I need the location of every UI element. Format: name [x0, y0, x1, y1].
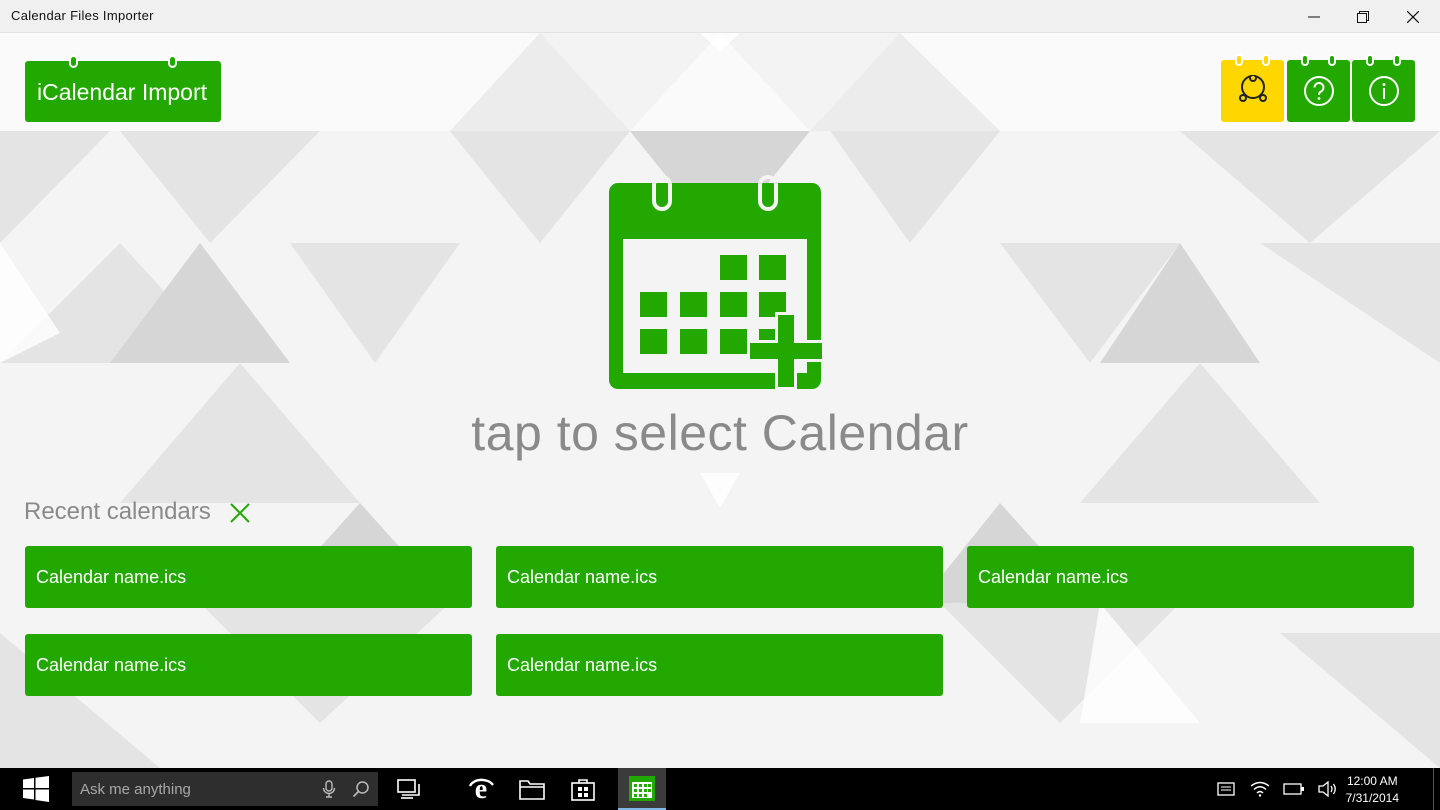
restore-button[interactable] — [1339, 0, 1387, 33]
restore-icon — [1357, 10, 1369, 23]
help-icon — [1303, 76, 1334, 106]
microphone-icon[interactable] — [322, 780, 336, 798]
recent-calendar-item[interactable]: Calendar name.ics — [967, 546, 1414, 608]
action-center-icon — [1217, 782, 1235, 796]
task-view-icon — [397, 779, 420, 799]
search-box[interactable]: Ask me anything — [72, 772, 378, 806]
volume-tray-button[interactable] — [1314, 768, 1342, 810]
store-button[interactable] — [560, 768, 606, 810]
share-icon — [1238, 75, 1267, 102]
wifi-icon — [1250, 781, 1270, 797]
ring-icon — [1262, 54, 1270, 66]
recent-calendar-item[interactable]: Calendar name.ics — [496, 546, 943, 608]
clock-date: 7/31/2014 — [1345, 791, 1399, 805]
search-placeholder: Ask me anything — [80, 781, 191, 798]
select-calendar-prompt[interactable]: tap to select Calendar — [0, 404, 1440, 462]
search-icon[interactable] — [352, 780, 370, 798]
close-button[interactable] — [1389, 0, 1437, 33]
help-button[interactable] — [1287, 54, 1350, 122]
info-icon — [1368, 76, 1399, 106]
file-explorer-button[interactable] — [509, 768, 555, 810]
edge-browser-button[interactable]: e — [458, 768, 504, 810]
ring-left-icon — [69, 55, 78, 68]
window-title: Calendar Files Importer — [11, 8, 154, 23]
icalendar-import-button[interactable]: iCalendar Import — [25, 55, 221, 122]
ring-right-icon — [168, 55, 177, 68]
ring-icon — [1393, 54, 1401, 66]
store-bag-icon — [571, 779, 595, 801]
info-button[interactable] — [1352, 54, 1415, 122]
task-view-button[interactable] — [386, 768, 432, 810]
clock-time: 12:00 AM — [1346, 774, 1398, 788]
clear-recent-icon[interactable] — [229, 502, 251, 524]
show-desktop-button[interactable] — [1433, 768, 1440, 810]
recent-calendar-label: Calendar name.ics — [507, 567, 658, 587]
recent-calendar-item[interactable]: Calendar name.ics — [25, 634, 472, 696]
select-calendar-area[interactable] — [606, 175, 828, 397]
recent-calendar-label: Calendar name.ics — [507, 655, 658, 675]
app-title: iCalendar Import — [37, 79, 208, 105]
notifications-tray-button[interactable] — [1212, 768, 1240, 810]
battery-tray-button[interactable] — [1280, 768, 1308, 810]
ring-icon — [1328, 54, 1336, 66]
ring-icon — [1235, 54, 1243, 66]
recent-calendars-heading: Recent calendars — [24, 498, 211, 525]
system-clock[interactable]: 12:00 AM 7/31/2014 — [1346, 773, 1399, 807]
recent-calendar-label: Calendar name.ics — [36, 655, 187, 675]
edge-browser-icon: e — [468, 776, 494, 802]
share-button[interactable] — [1221, 54, 1284, 122]
start-button[interactable] — [0, 768, 72, 810]
ring-icon — [1301, 54, 1309, 66]
calendar-app-icon — [629, 776, 655, 801]
recent-calendar-item[interactable]: Calendar name.ics — [25, 546, 472, 608]
speaker-icon — [1318, 781, 1336, 797]
recent-calendar-item[interactable]: Calendar name.ics — [496, 634, 943, 696]
windows-logo-icon — [23, 776, 49, 802]
close-icon — [1407, 10, 1419, 23]
minimize-icon — [1308, 16, 1320, 17]
recent-calendar-label: Calendar name.ics — [36, 567, 187, 587]
taskbar: Ask me anything e 12:00 AM 7/31/2014 — [0, 768, 1440, 810]
network-tray-button[interactable] — [1246, 768, 1274, 810]
title-bar: Calendar Files Importer — [0, 0, 1440, 33]
minimize-button[interactable] — [1290, 0, 1338, 33]
folder-icon — [519, 780, 545, 800]
app-canvas: iCalendar Import tap to select Calendar … — [0, 33, 1440, 768]
calendar-add-icon — [609, 175, 825, 390]
battery-icon — [1283, 783, 1304, 795]
ring-icon — [1366, 54, 1374, 66]
calendar-importer-taskbar-button[interactable] — [618, 768, 666, 810]
recent-calendar-label: Calendar name.ics — [978, 567, 1129, 587]
